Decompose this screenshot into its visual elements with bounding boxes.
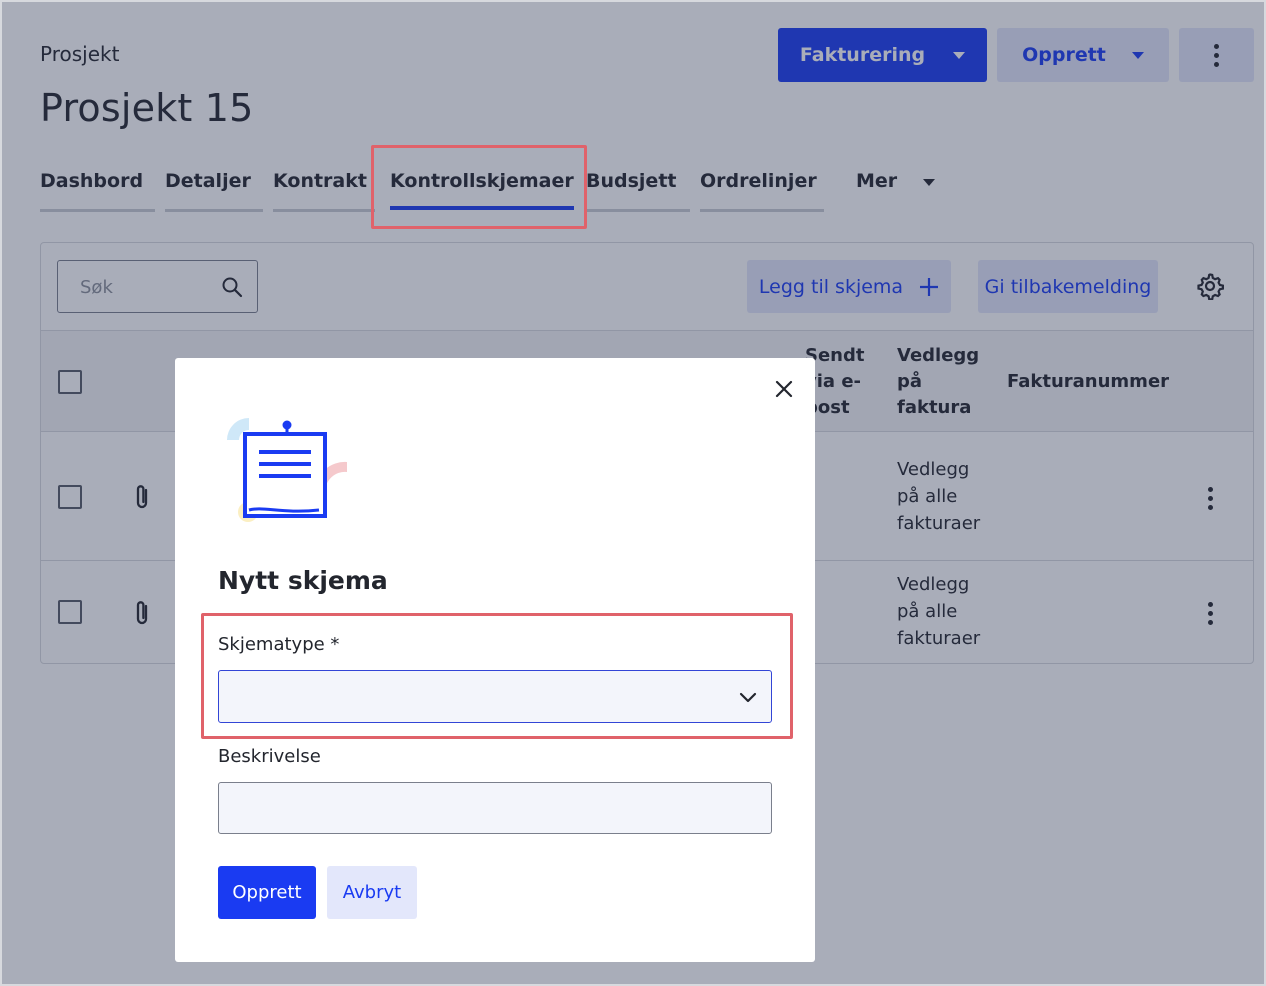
description-input[interactable]	[218, 782, 772, 834]
submit-create-button[interactable]: Opprett	[218, 866, 316, 919]
cancel-label: Avbryt	[342, 882, 402, 903]
description-label: Beskrivelse	[218, 746, 321, 767]
submit-create-label: Opprett	[232, 882, 302, 903]
clipboard-illustration-icon	[227, 418, 347, 522]
highlight-box-form-type	[201, 613, 793, 739]
cancel-button[interactable]: Avbryt	[327, 866, 417, 919]
app-window: Prosjekt Prosjekt 15 Fakturering Opprett…	[0, 0, 1266, 986]
dialog-title: Nytt skjema	[218, 566, 388, 595]
highlight-box-tab	[371, 145, 587, 229]
close-icon[interactable]	[773, 378, 795, 400]
